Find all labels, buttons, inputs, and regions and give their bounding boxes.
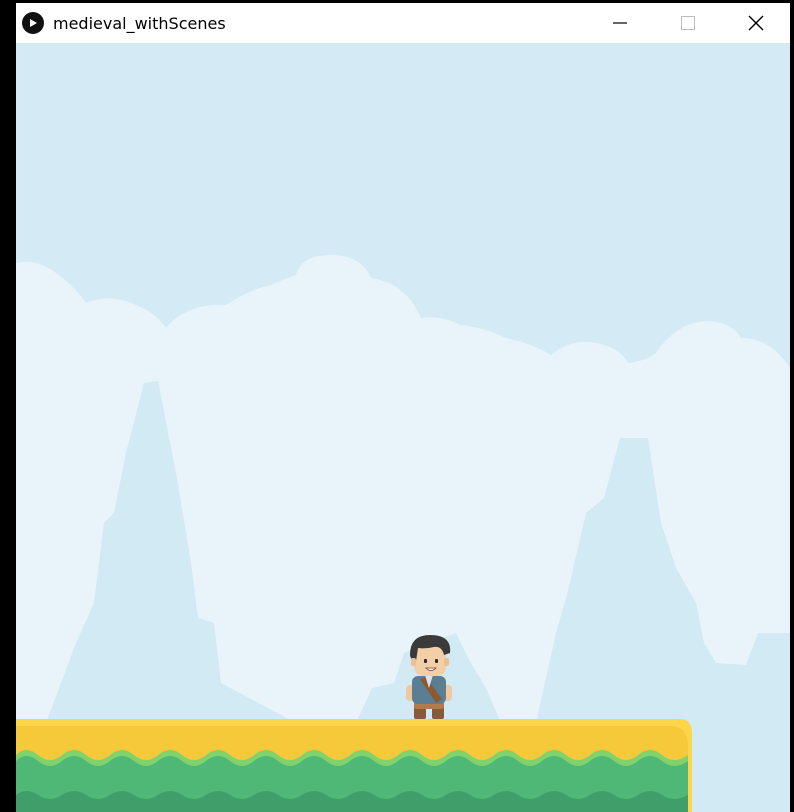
minimize-button[interactable] <box>586 3 654 43</box>
maximize-button[interactable] <box>654 3 722 43</box>
game-window: medieval_withScenes <box>16 3 790 812</box>
window-title: medieval_withScenes <box>53 13 226 33</box>
game-canvas[interactable] <box>16 43 790 812</box>
close-button[interactable] <box>722 3 790 43</box>
close-icon <box>748 15 764 31</box>
minimize-icon <box>613 22 627 24</box>
title-bar[interactable]: medieval_withScenes <box>16 3 790 43</box>
play-icon <box>22 12 44 34</box>
maximize-icon <box>681 16 695 30</box>
grass-platform <box>16 719 692 812</box>
